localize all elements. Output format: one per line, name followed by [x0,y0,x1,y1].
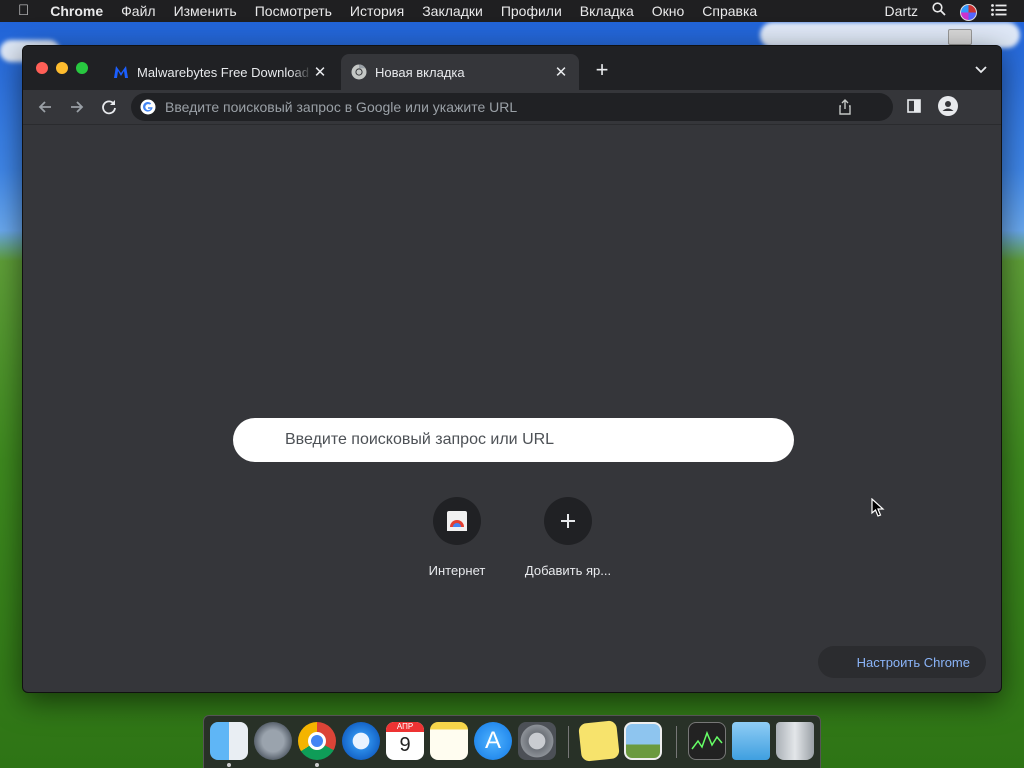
chrome-window: Malwarebytes Free Download f ✕ Новая вкл… [22,45,1002,693]
shortcut-internet[interactable]: Интернет [401,497,513,578]
calendar-icon[interactable]: АПР 9 [386,722,424,760]
preview-icon[interactable] [624,722,662,760]
ntp-search-placeholder: Введите поисковый запрос или URL [285,431,555,448]
malwarebytes-icon [114,66,128,78]
menu-help[interactable]: Справка [693,0,766,22]
side-panel-icon[interactable] [907,99,921,113]
close-window-button[interactable] [36,62,48,74]
menu-app-name[interactable]: Chrome [41,0,112,22]
menu-profiles[interactable]: Профили [492,0,571,22]
internet-icon [447,511,467,531]
share-icon[interactable] [837,99,853,115]
tab-title: Новая вкладка [375,64,465,80]
customize-chrome-button[interactable]: Настроить Chrome [818,646,986,678]
menu-window[interactable]: Окно [643,0,694,22]
apple-menu-icon[interactable]:  [0,0,41,22]
running-indicator [315,763,319,767]
tab-new-tab[interactable]: Новая вкладка ✕ [341,54,579,90]
macos-dock: АПР 9 A [203,715,821,768]
address-bar[interactable]: Введите поисковый запрос в Google или ук… [131,93,893,121]
menu-edit[interactable]: Изменить [165,0,246,22]
address-bar-placeholder: Введите поисковый запрос в Google или ук… [165,99,518,115]
menu-tab[interactable]: Вкладка [571,0,643,22]
reload-icon[interactable] [98,96,120,118]
tab-strip: Malwarebytes Free Download f ✕ Новая вкл… [23,46,1001,90]
menu-file[interactable]: Файл [112,0,164,22]
notes-icon[interactable] [430,722,468,760]
profile-avatar-icon[interactable] [938,96,958,116]
downloads-folder-icon[interactable] [732,722,770,760]
shortcut-add[interactable]: Добавить яр... [512,497,624,578]
forward-arrow-icon[interactable] [66,96,88,118]
tab-malwarebytes[interactable]: Malwarebytes Free Download f ✕ [103,54,338,90]
chrome-icon[interactable] [298,722,336,760]
dock-separator [568,726,569,758]
browser-toolbar: Введите поисковый запрос в Google или ук… [23,90,1001,125]
fullscreen-window-button[interactable] [76,62,88,74]
menubar-user[interactable]: Dartz [878,0,925,22]
mouse-cursor-icon [871,498,885,517]
chrome-icon [351,64,367,80]
back-arrow-icon[interactable] [34,96,56,118]
shortcut-label: Добавить яр... [524,563,612,578]
notification-center-icon[interactable] [984,0,1014,22]
tab-title: Malwarebytes Free Download f [137,64,312,80]
shortcut-icon-container [433,497,481,545]
minimize-window-button[interactable] [56,62,68,74]
running-indicator [227,763,231,767]
calendar-month: АПР [386,722,424,732]
google-g-icon [140,99,156,115]
menu-view[interactable]: Посмотреть [246,0,341,22]
close-tab-icon[interactable]: ✕ [312,63,328,81]
menu-history[interactable]: История [341,0,413,22]
desktop-drive-icon[interactable] [948,29,972,45]
system-preferences-icon[interactable] [518,722,556,760]
spotlight-search-icon[interactable] [925,0,953,22]
activity-monitor-icon[interactable] [688,722,726,760]
trash-icon[interactable] [776,722,814,760]
dock-separator [676,726,677,758]
new-tab-button[interactable]: + [590,59,614,83]
safari-icon[interactable] [342,722,380,760]
macos-menubar:  Chrome Файл Изменить Посмотреть Истори… [0,0,1024,22]
calendar-day: 9 [399,734,411,756]
menu-bookmarks[interactable]: Закладки [413,0,492,22]
close-tab-icon[interactable]: ✕ [553,63,569,81]
ntp-search-box[interactable]: Введите поисковый запрос или URL [233,418,794,462]
finder-icon[interactable] [210,722,248,760]
tab-search-chevron-icon[interactable] [973,61,989,77]
plus-icon [544,497,592,545]
launchpad-icon[interactable] [254,722,292,760]
stickies-icon[interactable] [578,720,620,762]
app-store-icon[interactable]: A [474,722,512,760]
siri-icon[interactable] [953,0,984,22]
shortcut-label: Интернет [428,563,486,578]
